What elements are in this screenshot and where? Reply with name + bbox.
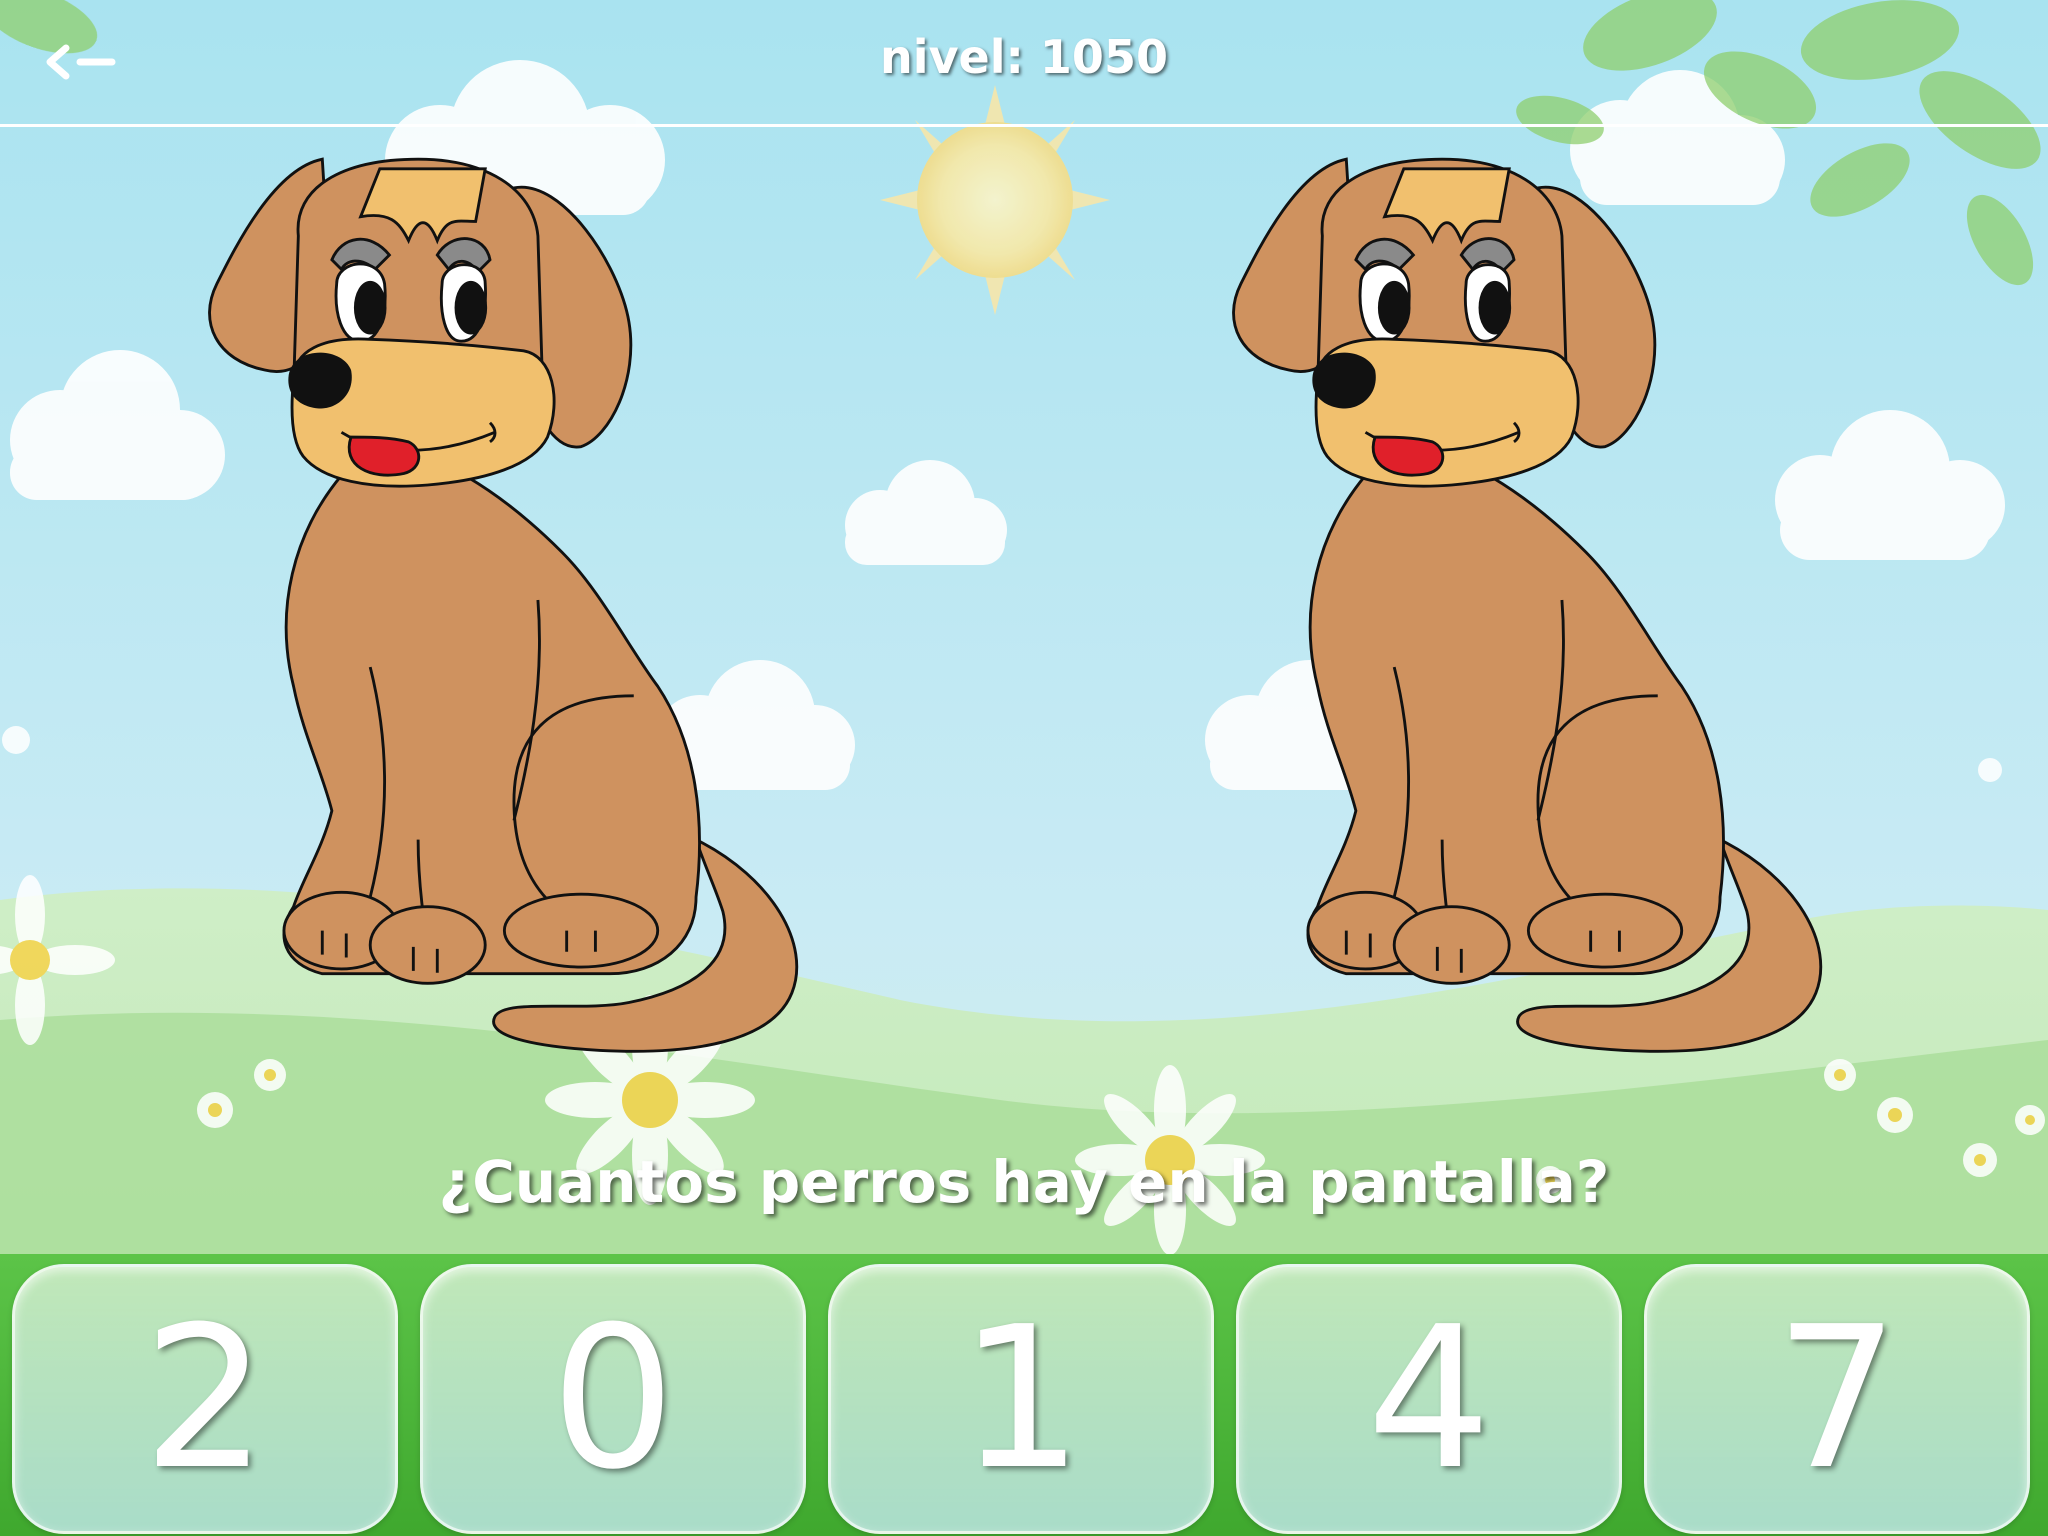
question-text: ¿Cuantos perros hay en la pantalla? (438, 1148, 1610, 1216)
level-label: nivel: 1050 (880, 30, 1168, 84)
answer-button-4[interactable]: 4 (1236, 1264, 1622, 1534)
answer-button-5[interactable]: 7 (1644, 1264, 2030, 1534)
dog-2 (1232, 157, 1823, 1053)
top-bar: nivel: 1050 (0, 0, 2048, 127)
answer-label: 4 (1366, 1285, 1492, 1513)
answer-button-2[interactable]: 0 (420, 1264, 806, 1534)
answer-label: 7 (1774, 1285, 1900, 1513)
answer-label: 2 (142, 1285, 268, 1513)
top-bar-divider (0, 124, 2048, 127)
answer-label: 1 (958, 1285, 1084, 1513)
answer-button-1[interactable]: 2 (12, 1264, 398, 1534)
answer-button-3[interactable]: 1 (828, 1264, 1214, 1534)
answer-label: 0 (550, 1285, 676, 1513)
dog-1 (208, 157, 799, 1053)
